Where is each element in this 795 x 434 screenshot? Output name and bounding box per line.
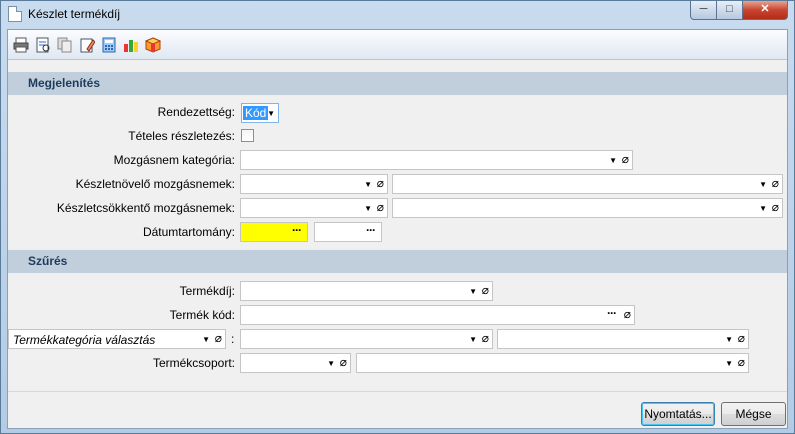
print-button[interactable]: Nyomtatás... xyxy=(641,402,715,426)
document-icon xyxy=(8,6,22,22)
stock-increase-label: Készletnövelő mozgásnemek: xyxy=(75,177,235,191)
filter-section-title: Szűrés xyxy=(28,254,68,268)
clear-icon[interactable]: ⌀ xyxy=(772,200,779,214)
cancel-button[interactable]: Mégse xyxy=(721,402,786,426)
chevron-down-icon: ▼ xyxy=(759,180,767,189)
stock-increase-select-2[interactable]: ▼ ⌀ xyxy=(392,174,783,194)
ellipsis-button[interactable]: ··· xyxy=(366,223,376,237)
clear-icon[interactable]: ⌀ xyxy=(738,331,745,345)
movement-category-label: Mozgásnem kategória: xyxy=(113,153,235,167)
clear-icon[interactable]: ⌀ xyxy=(377,200,384,214)
chevron-down-icon: ▼ xyxy=(725,359,733,368)
clear-icon[interactable]: ⌀ xyxy=(772,176,779,190)
window-title: Készlet termékdíj xyxy=(28,7,121,21)
clear-icon[interactable]: ⌀ xyxy=(482,283,489,297)
fee-select[interactable]: ▼ ⌀ xyxy=(240,281,493,301)
chevron-down-icon: ▼ xyxy=(202,335,210,344)
display-section-header: Megjelenítés xyxy=(8,72,787,95)
display-section-title: Megjelenítés xyxy=(28,76,101,90)
calculator-icon[interactable] xyxy=(100,36,118,54)
movement-category-select[interactable]: ▼ ⌀ xyxy=(240,150,633,170)
product-code-field[interactable]: ··· ⌀ xyxy=(240,305,635,325)
itemized-label: Tételes részletezés: xyxy=(128,129,235,143)
clear-icon[interactable]: ⌀ xyxy=(340,355,347,369)
product-group-select[interactable]: ▼ ⌀ xyxy=(240,353,351,373)
clear-icon[interactable]: ⌀ xyxy=(738,355,745,369)
date-to-field[interactable]: ··· xyxy=(314,222,382,242)
chevron-down-icon: ▼ xyxy=(364,204,372,213)
chevron-down-icon: ▼ xyxy=(759,204,767,213)
chevron-down-icon: ▼ xyxy=(327,359,335,368)
copy-icon[interactable] xyxy=(56,36,74,54)
stock-decrease-label: Készletcsökkentő mozgásnemek: xyxy=(56,201,235,215)
date-range-label: Dátumtartomány: xyxy=(142,225,235,239)
chevron-down-icon: ▼ xyxy=(469,335,477,344)
edit-icon[interactable] xyxy=(78,36,96,54)
product-group-select-2[interactable]: ▼ ⌀ xyxy=(356,353,749,373)
minimize-button[interactable]: ─ xyxy=(690,1,717,20)
ellipsis-button[interactable]: ··· xyxy=(607,306,617,320)
fee-label: Termékdíj: xyxy=(179,284,235,298)
chevron-down-icon: ▼ xyxy=(725,335,733,344)
filter-section-header: Szűrés xyxy=(8,250,787,273)
maximize-button[interactable]: □ xyxy=(716,1,743,20)
clear-icon[interactable]: ⌀ xyxy=(624,307,631,321)
preview-icon[interactable] xyxy=(34,36,52,54)
package-icon[interactable] xyxy=(144,36,162,54)
chart-icon[interactable] xyxy=(122,36,140,54)
toolbar xyxy=(8,30,787,60)
print-icon[interactable] xyxy=(12,36,30,54)
chevron-down-icon: ▼ xyxy=(267,109,275,118)
stock-increase-select[interactable]: ▼ ⌀ xyxy=(240,174,388,194)
product-group-label: Termékcsoport: xyxy=(152,356,235,370)
stock-decrease-select-2[interactable]: ▼ ⌀ xyxy=(392,198,783,218)
itemized-checkbox[interactable] xyxy=(241,129,254,142)
order-select[interactable]: Kód ▼ xyxy=(241,103,279,123)
category-type-select[interactable]: Termékkategória választás ▼ ⌀ xyxy=(8,329,226,349)
chevron-down-icon: ▼ xyxy=(469,287,477,296)
title-bar: Készlet termékdíj ─ □ ✕ xyxy=(1,1,794,29)
clear-icon[interactable]: ⌀ xyxy=(377,176,384,190)
dialog-content: Megjelenítés Rendezettség: Kód ▼ Tételes… xyxy=(7,29,788,429)
chevron-down-icon: ▼ xyxy=(364,180,372,189)
clear-icon[interactable]: ⌀ xyxy=(482,331,489,345)
ellipsis-button[interactable]: ··· xyxy=(292,223,302,237)
category-colon: : xyxy=(231,332,235,346)
clear-icon[interactable]: ⌀ xyxy=(215,331,222,345)
clear-icon[interactable]: ⌀ xyxy=(622,152,629,166)
category-type-value: Termékkategória választás xyxy=(13,333,156,347)
order-value: Kód xyxy=(243,106,269,120)
product-code-label: Termék kód: xyxy=(169,308,235,322)
category-select-2[interactable]: ▼ ⌀ xyxy=(497,329,749,349)
stock-decrease-select[interactable]: ▼ ⌀ xyxy=(240,198,388,218)
chevron-down-icon: ▼ xyxy=(609,156,617,165)
category-select[interactable]: ▼ ⌀ xyxy=(240,329,493,349)
window: Készlet termékdíj ─ □ ✕ Megjelenítés Ren… xyxy=(0,0,795,434)
close-button[interactable]: ✕ xyxy=(742,1,788,20)
date-from-field[interactable]: ··· xyxy=(240,222,308,242)
order-label: Rendezettség: xyxy=(157,105,235,119)
footer-divider xyxy=(8,391,787,392)
